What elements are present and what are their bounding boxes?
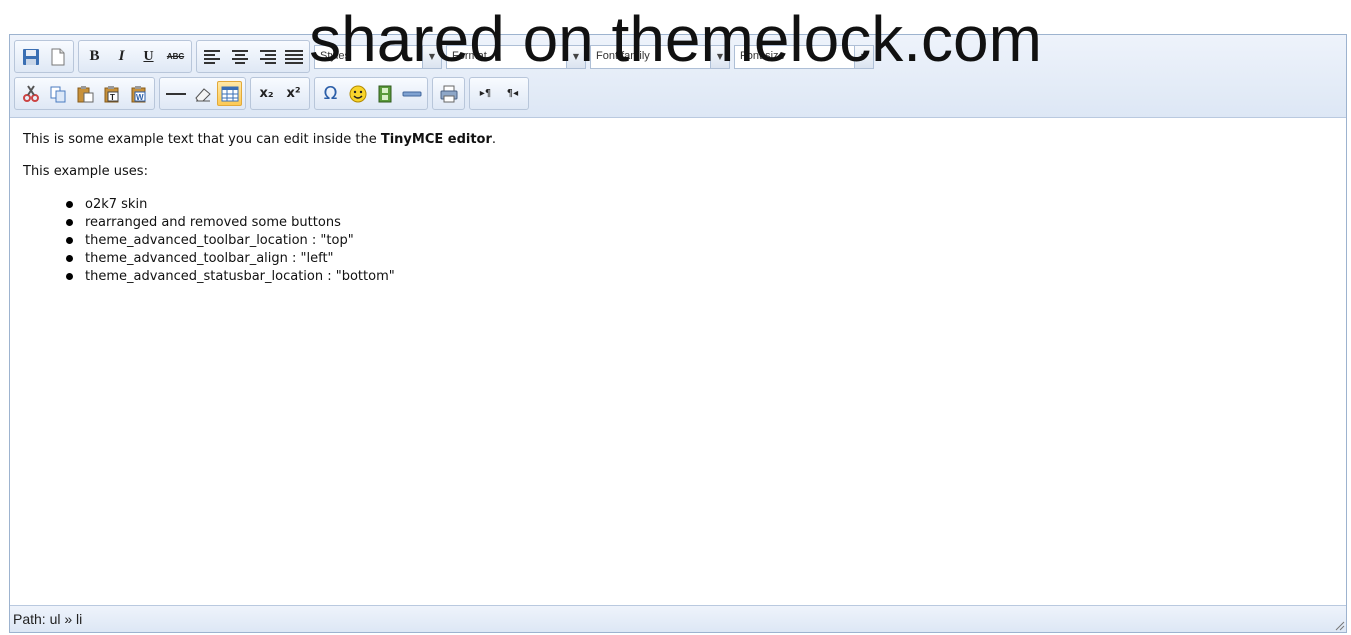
chevron-down-icon: ▼ xyxy=(566,45,585,68)
align-justify-button[interactable] xyxy=(281,44,306,69)
paste-icon xyxy=(77,85,93,102)
intro-bold-text: TinyMCE editor xyxy=(380,132,492,147)
styles-select[interactable]: Styles ▼ xyxy=(314,44,442,69)
align-center-button[interactable] xyxy=(227,44,252,69)
path-label: Path: xyxy=(13,611,50,627)
align-left-button[interactable] xyxy=(200,44,225,69)
statusbar: Path: ul » li xyxy=(10,605,1346,632)
path-value[interactable]: ul » li xyxy=(50,611,83,627)
strikethrough-button[interactable]: ABC xyxy=(163,44,188,69)
ltr-button[interactable]: ▸¶ xyxy=(473,81,498,106)
list-item: rearranged and removed some buttons xyxy=(66,214,1333,232)
direction-group: ▸¶ ¶◂ xyxy=(469,77,529,110)
special-character-button[interactable]: Ω xyxy=(318,81,343,106)
horizontal-rule-icon xyxy=(165,92,186,95)
new-document-button[interactable] xyxy=(45,44,70,69)
list-item: theme_advanced_statusbar_location : "bot… xyxy=(66,268,1333,286)
align-right-icon xyxy=(259,49,276,64)
uses-paragraph: This example uses: xyxy=(23,164,148,179)
list-item: theme_advanced_toolbar_location : "top" xyxy=(66,232,1333,250)
format-select[interactable]: Format ▼ xyxy=(446,44,586,69)
film-icon xyxy=(378,85,391,102)
font-family-select[interactable]: Font family ▼ xyxy=(590,44,730,69)
script-group: x₂ x² xyxy=(250,77,310,110)
superscript-button[interactable]: x² xyxy=(281,81,306,106)
insert-group xyxy=(159,77,246,110)
save-button[interactable] xyxy=(18,44,43,69)
subscript-button[interactable]: x₂ xyxy=(254,81,279,106)
toolbar-row-1: B I U ABC Styles ▼ Format ▼ Font family … xyxy=(14,38,1342,75)
clipboard-group: T W xyxy=(14,77,155,110)
line-icon xyxy=(402,91,421,96)
smiley-icon xyxy=(349,85,366,102)
printer-icon xyxy=(440,85,457,102)
list-item: o2k7 skin xyxy=(66,196,1333,214)
paste-button[interactable] xyxy=(72,81,97,106)
paste-text-icon: T xyxy=(104,85,118,102)
feature-list: o2k7 skin rearranged and removed some bu… xyxy=(23,196,1333,286)
styles-select-label: Styles xyxy=(320,49,350,62)
new-document-icon xyxy=(51,48,64,65)
bold-button[interactable]: B xyxy=(82,44,107,69)
format-select-label: Format xyxy=(452,49,487,62)
print-group xyxy=(432,77,465,110)
font-size-select[interactable]: Font size ▼ xyxy=(734,44,874,69)
alignment-group xyxy=(196,40,310,73)
copy-icon xyxy=(50,86,65,102)
advanced-hr-button[interactable] xyxy=(399,81,424,106)
align-right-button[interactable] xyxy=(254,44,279,69)
svg-text:T: T xyxy=(110,93,115,102)
table-icon xyxy=(221,86,238,101)
intro-text: This is some example text that you can e… xyxy=(23,132,381,147)
tinymce-editor: B I U ABC Styles ▼ Format ▼ Font family … xyxy=(9,34,1347,633)
align-center-icon xyxy=(231,49,248,64)
toolbar: B I U ABC Styles ▼ Format ▼ Font family … xyxy=(10,35,1346,118)
media-group: Ω xyxy=(314,77,428,110)
italic-button[interactable]: I xyxy=(109,44,134,69)
font-family-select-label: Font family xyxy=(596,49,650,62)
remove-format-button[interactable] xyxy=(190,81,215,106)
copy-button[interactable] xyxy=(45,81,70,106)
toolbar-row-2: T W x₂ x² Ω ▸¶ ¶◂ xyxy=(14,75,1342,112)
chevron-down-icon: ▼ xyxy=(710,45,729,68)
table-button[interactable] xyxy=(217,81,242,106)
text-format-group: B I U ABC xyxy=(78,40,192,73)
underline-button[interactable]: U xyxy=(136,44,161,69)
editor-content[interactable]: This is some example text that you can e… xyxy=(10,118,1346,300)
paste-from-word-button[interactable]: W xyxy=(126,81,151,106)
svg-text:W: W xyxy=(136,93,144,102)
media-button[interactable] xyxy=(372,81,397,106)
intro-paragraph: This is some example text that you can e… xyxy=(23,132,1333,147)
list-item: theme_advanced_toolbar_align : "left" xyxy=(66,250,1333,268)
print-button[interactable] xyxy=(436,81,461,106)
scissors-icon xyxy=(22,84,39,102)
cut-button[interactable] xyxy=(18,81,43,106)
emotions-button[interactable] xyxy=(345,81,370,106)
paste-word-icon: W xyxy=(131,85,145,102)
save-icon xyxy=(22,48,39,65)
file-group xyxy=(14,40,74,73)
chevron-down-icon: ▼ xyxy=(854,45,873,68)
align-justify-icon xyxy=(284,49,303,64)
chevron-down-icon: ▼ xyxy=(422,45,441,68)
horizontal-rule-button[interactable] xyxy=(163,81,188,106)
rtl-button[interactable]: ¶◂ xyxy=(500,81,525,106)
paste-as-text-button[interactable]: T xyxy=(99,81,124,106)
resize-handle-icon[interactable] xyxy=(1333,619,1345,631)
font-size-select-label: Font size xyxy=(740,49,785,62)
intro-suffix: . xyxy=(491,132,497,147)
align-left-icon xyxy=(203,49,220,64)
eraser-icon xyxy=(194,87,211,101)
